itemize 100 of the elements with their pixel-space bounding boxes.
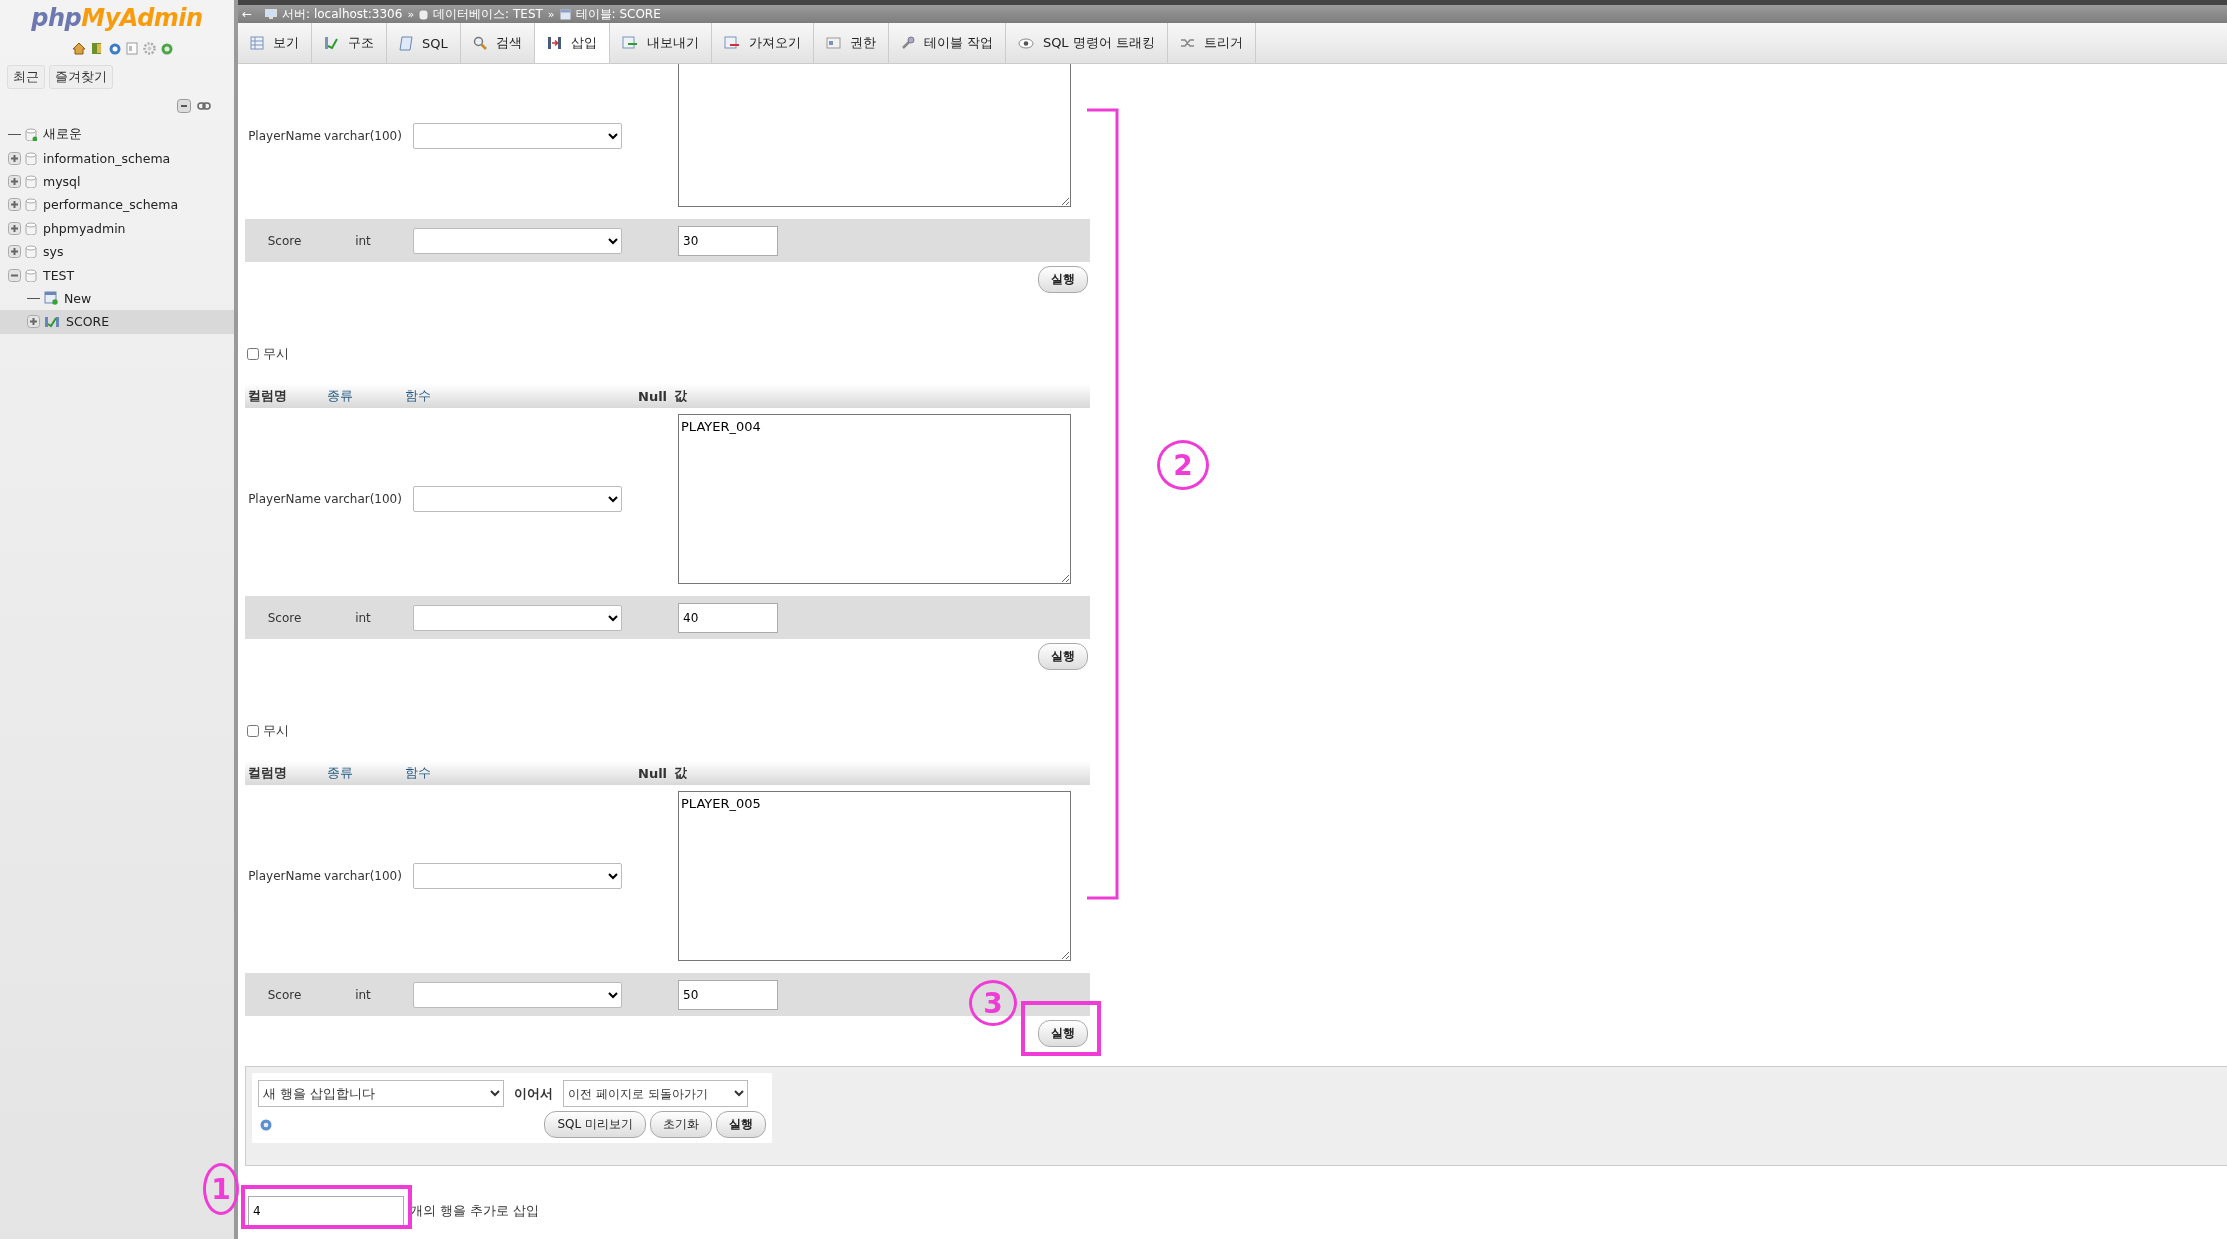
database-icon xyxy=(25,151,37,165)
expand-icon[interactable] xyxy=(8,198,21,212)
circled-number: 3 xyxy=(969,980,1017,1026)
tree-item[interactable]: New xyxy=(0,286,234,311)
wrench-icon xyxy=(900,36,915,50)
help-icon[interactable] xyxy=(108,42,121,55)
column-header-link[interactable]: 종류 xyxy=(324,764,402,782)
column-name: PlayerName xyxy=(247,492,322,506)
column-type: varchar(100) xyxy=(324,492,402,506)
value-textarea[interactable]: PLAYER_004 xyxy=(678,414,1071,584)
form-button[interactable]: SQL 미리보기 xyxy=(544,1111,646,1138)
tab[interactable]: 권한 xyxy=(813,23,889,63)
chart-icon xyxy=(44,315,60,329)
tab[interactable]: 검색 xyxy=(460,23,535,63)
breadcrumb-link[interactable]: 테이블: SCORE xyxy=(575,5,661,23)
value-input[interactable]: 40 xyxy=(678,602,778,633)
card-icon xyxy=(825,37,841,49)
tab[interactable]: 가져오기 xyxy=(711,23,814,63)
ignore-label: 무시 xyxy=(263,345,289,363)
table-icon xyxy=(250,36,264,50)
breadcrumb-separator: » xyxy=(547,7,555,21)
tab[interactable]: 보기 xyxy=(238,23,312,63)
column-name: Score xyxy=(266,233,303,248)
eye-icon xyxy=(1017,37,1034,49)
value-input[interactable]: 50 xyxy=(678,979,778,1010)
column-header-link[interactable]: 함수 xyxy=(402,764,635,782)
logo[interactable]: phpMyAdmin xyxy=(0,0,234,32)
tree-item[interactable]: phpmyadmin xyxy=(0,216,234,240)
expand-icon[interactable] xyxy=(8,151,21,165)
column-type: varchar(100) xyxy=(324,128,402,143)
expand-icon[interactable] xyxy=(8,221,21,235)
action-select[interactable]: 새 행을 삽입합니다 xyxy=(258,1080,504,1107)
shuffle-icon xyxy=(1179,37,1195,49)
form-button[interactable]: 실행 xyxy=(716,1111,766,1138)
sidebar-tab[interactable]: 최근 xyxy=(7,65,45,89)
tab[interactable]: 트리거 xyxy=(1167,23,1256,63)
column-header: Null xyxy=(637,765,669,781)
tab[interactable]: 내보내기 xyxy=(609,23,712,63)
column-type: varchar(100) xyxy=(324,869,402,883)
expand-icon[interactable] xyxy=(27,315,40,329)
home-icon[interactable] xyxy=(71,42,86,55)
value-input[interactable]: 30 xyxy=(678,225,778,256)
collapse-icon[interactable] xyxy=(177,99,191,113)
column-header: Null xyxy=(637,388,669,404)
circled-number: 2 xyxy=(1157,440,1209,490)
column-header-link[interactable]: 함수 xyxy=(402,387,635,405)
column-header: 컬럼명 xyxy=(247,387,288,405)
ignore-label: 무시 xyxy=(263,722,289,740)
go-button[interactable]: 실행 xyxy=(1038,1019,1088,1047)
collapse-icon[interactable] xyxy=(8,268,21,282)
link-icon[interactable] xyxy=(197,102,211,110)
go-button[interactable]: 실행 xyxy=(1038,265,1088,293)
database-icon xyxy=(25,268,37,282)
column-header: 값 xyxy=(673,387,688,405)
column-name: Score xyxy=(266,610,303,625)
column-header-link[interactable]: 종류 xyxy=(324,387,402,405)
monitor-icon xyxy=(265,8,278,20)
tab[interactable]: 구조 xyxy=(312,23,387,63)
then-label: 이어서 xyxy=(514,1084,553,1103)
ignore-checkbox[interactable] xyxy=(247,348,259,360)
column-header: 컬럼명 xyxy=(247,764,288,782)
database-icon xyxy=(25,128,37,142)
column-type: int xyxy=(354,610,372,625)
tree-item[interactable]: performance_schema xyxy=(0,193,234,217)
ignore-checkbox[interactable] xyxy=(247,725,259,737)
column-type: int xyxy=(354,233,372,248)
column-type: int xyxy=(354,987,372,1002)
row-count-input[interactable]: 4 xyxy=(248,1196,404,1226)
tab[interactable]: 삽입 xyxy=(534,23,610,63)
database-icon xyxy=(25,245,37,259)
tree-item[interactable]: sys xyxy=(0,239,234,264)
circled-number: 1 xyxy=(203,1163,239,1215)
tree-item[interactable]: information_schema xyxy=(0,146,234,170)
column-name: PlayerName xyxy=(247,128,322,143)
column-header: 값 xyxy=(673,764,688,782)
table-icon xyxy=(44,291,58,306)
tab[interactable]: SQL xyxy=(387,23,461,63)
database-icon xyxy=(25,198,37,212)
sidebar-tab[interactable]: 즐겨찾기 xyxy=(49,65,113,89)
value-textarea[interactable]: PLAYER_005 xyxy=(678,791,1071,961)
expand-icon[interactable] xyxy=(8,174,21,188)
expand-icon[interactable] xyxy=(8,245,21,259)
form-button[interactable]: 초기화 xyxy=(650,1111,712,1138)
database-icon xyxy=(419,8,429,20)
go-button[interactable]: 실행 xyxy=(1038,642,1088,670)
tree-item[interactable]: mysql xyxy=(0,169,234,194)
tree-item[interactable]: SCORE xyxy=(0,310,234,334)
row-count-label: 개의 행을 추가로 삽입 xyxy=(410,1202,540,1220)
column-name: Score xyxy=(266,987,303,1002)
help-icon[interactable] xyxy=(260,1118,272,1131)
tree-item[interactable]: 새로운 xyxy=(0,123,234,147)
database-icon xyxy=(25,221,37,235)
next-action-select[interactable]: 이전 페이지로 되돌아가기 xyxy=(563,1080,748,1107)
search-icon xyxy=(472,36,487,50)
insert-icon xyxy=(546,36,562,50)
chart-icon xyxy=(324,36,339,50)
scroll-icon xyxy=(399,35,413,51)
tab[interactable]: SQL 명령어 트래킹 xyxy=(1005,23,1168,63)
tree-item[interactable]: TEST xyxy=(0,263,234,287)
tab[interactable]: 테이블 작업 xyxy=(888,23,1006,63)
